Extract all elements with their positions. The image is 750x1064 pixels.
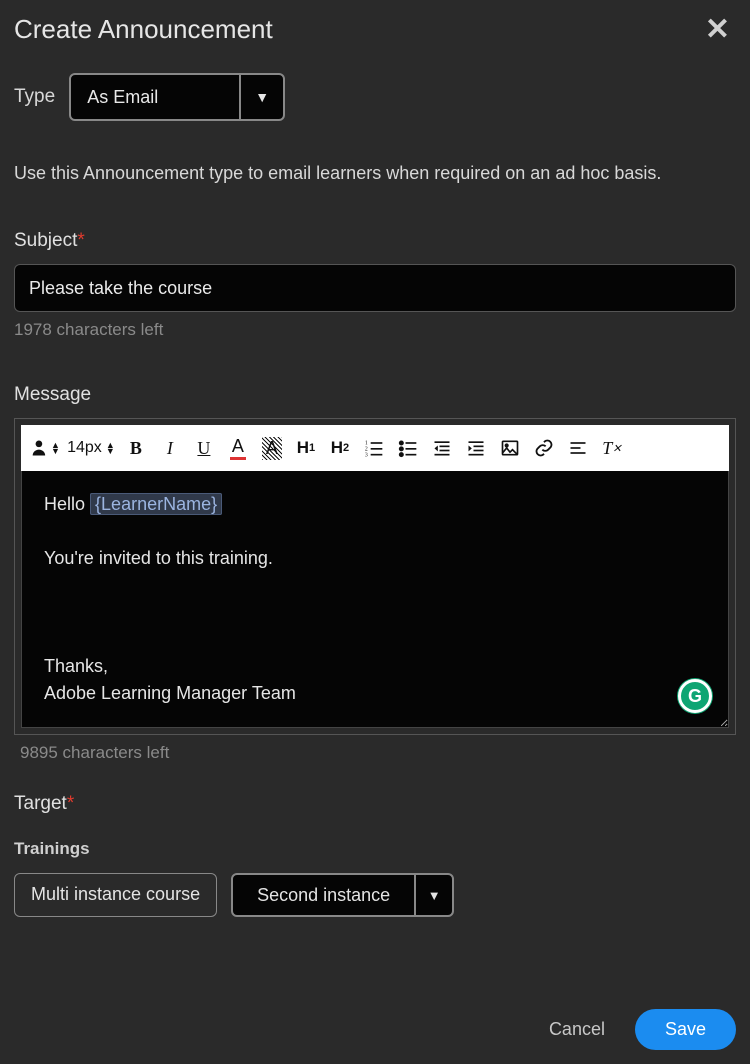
italic-button[interactable]: I — [156, 434, 184, 462]
target-label: Target* — [14, 793, 736, 815]
cancel-button[interactable]: Cancel — [549, 1019, 605, 1040]
underline-button[interactable]: U — [190, 434, 218, 462]
unordered-list-button[interactable] — [394, 434, 422, 462]
heading1-button[interactable]: H1 — [292, 434, 320, 462]
type-select-value: As Email — [71, 75, 239, 119]
training-chip[interactable]: Multi instance course — [14, 873, 217, 917]
chevron-down-icon[interactable]: ▼ — [414, 875, 452, 915]
subject-label: Subject* — [14, 230, 736, 252]
subject-input[interactable] — [14, 264, 736, 312]
editor-line-thanks: Thanks, — [44, 653, 706, 680]
greeting-text: Hello — [44, 494, 90, 514]
editor-line-invite: You're invited to this training. — [44, 545, 706, 572]
target-section: Target* Trainings Multi instance course … — [14, 793, 736, 917]
learner-name-token[interactable]: {LearnerName} — [90, 493, 222, 515]
message-label: Message — [14, 384, 736, 406]
clear-format-button[interactable]: T✕ — [598, 434, 626, 462]
svg-text:3: 3 — [365, 453, 368, 459]
message-section: Message ▲▼ 14px ▲▼ B I U A A — [14, 384, 736, 763]
modal-footer: Cancel Save — [549, 1009, 736, 1050]
trainings-label: Trainings — [14, 839, 736, 859]
type-description: Use this Announcement type to email lear… — [14, 161, 736, 186]
grammarly-icon[interactable]: G — [678, 679, 712, 713]
type-select[interactable]: As Email ▼ — [69, 73, 285, 121]
type-label: Type — [14, 86, 55, 108]
trainings-row: Multi instance course Second instance ▼ — [14, 873, 736, 917]
subject-section: Subject* 1978 characters left — [14, 230, 736, 340]
instance-select-value: Second instance — [233, 875, 414, 915]
ordered-list-button[interactable]: 123 — [360, 434, 388, 462]
font-size-select[interactable]: 14px ▲▼ — [66, 434, 116, 462]
close-icon[interactable]: ✕ — [705, 15, 730, 45]
message-char-count: 9895 characters left — [20, 743, 736, 763]
rich-text-editor: ▲▼ 14px ▲▼ B I U A A H1 H2 123 — [14, 418, 736, 735]
modal-title: Create Announcement — [14, 14, 273, 45]
save-button[interactable]: Save — [635, 1009, 736, 1050]
subject-char-count: 1978 characters left — [14, 320, 736, 340]
target-label-text: Target — [14, 793, 67, 814]
editor-textarea[interactable]: Hello {LearnerName} You're invited to th… — [21, 471, 729, 728]
required-asterisk: * — [77, 230, 84, 251]
link-button[interactable] — [530, 434, 558, 462]
required-asterisk: * — [67, 793, 74, 814]
text-color-button[interactable]: A — [224, 434, 252, 462]
image-button[interactable] — [496, 434, 524, 462]
instance-select[interactable]: Second instance ▼ — [231, 873, 454, 917]
person-icon[interactable]: ▲▼ — [31, 434, 60, 462]
font-size-value: 14px — [67, 439, 102, 457]
align-button[interactable] — [564, 434, 592, 462]
editor-line-greeting: Hello {LearnerName} — [44, 491, 706, 518]
indent-button[interactable] — [462, 434, 490, 462]
type-row: Type As Email ▼ — [14, 73, 736, 121]
modal-header: Create Announcement ✕ — [14, 14, 736, 45]
heading2-button[interactable]: H2 — [326, 434, 354, 462]
create-announcement-modal: Create Announcement ✕ Type As Email ▼ Us… — [0, 0, 750, 917]
editor-toolbar: ▲▼ 14px ▲▼ B I U A A H1 H2 123 — [21, 425, 729, 471]
editor-line-signature: Adobe Learning Manager Team — [44, 680, 706, 707]
bold-button[interactable]: B — [122, 434, 150, 462]
highlight-button[interactable]: A — [258, 434, 286, 462]
subject-label-text: Subject — [14, 230, 77, 251]
chevron-down-icon[interactable]: ▼ — [239, 75, 283, 119]
outdent-button[interactable] — [428, 434, 456, 462]
